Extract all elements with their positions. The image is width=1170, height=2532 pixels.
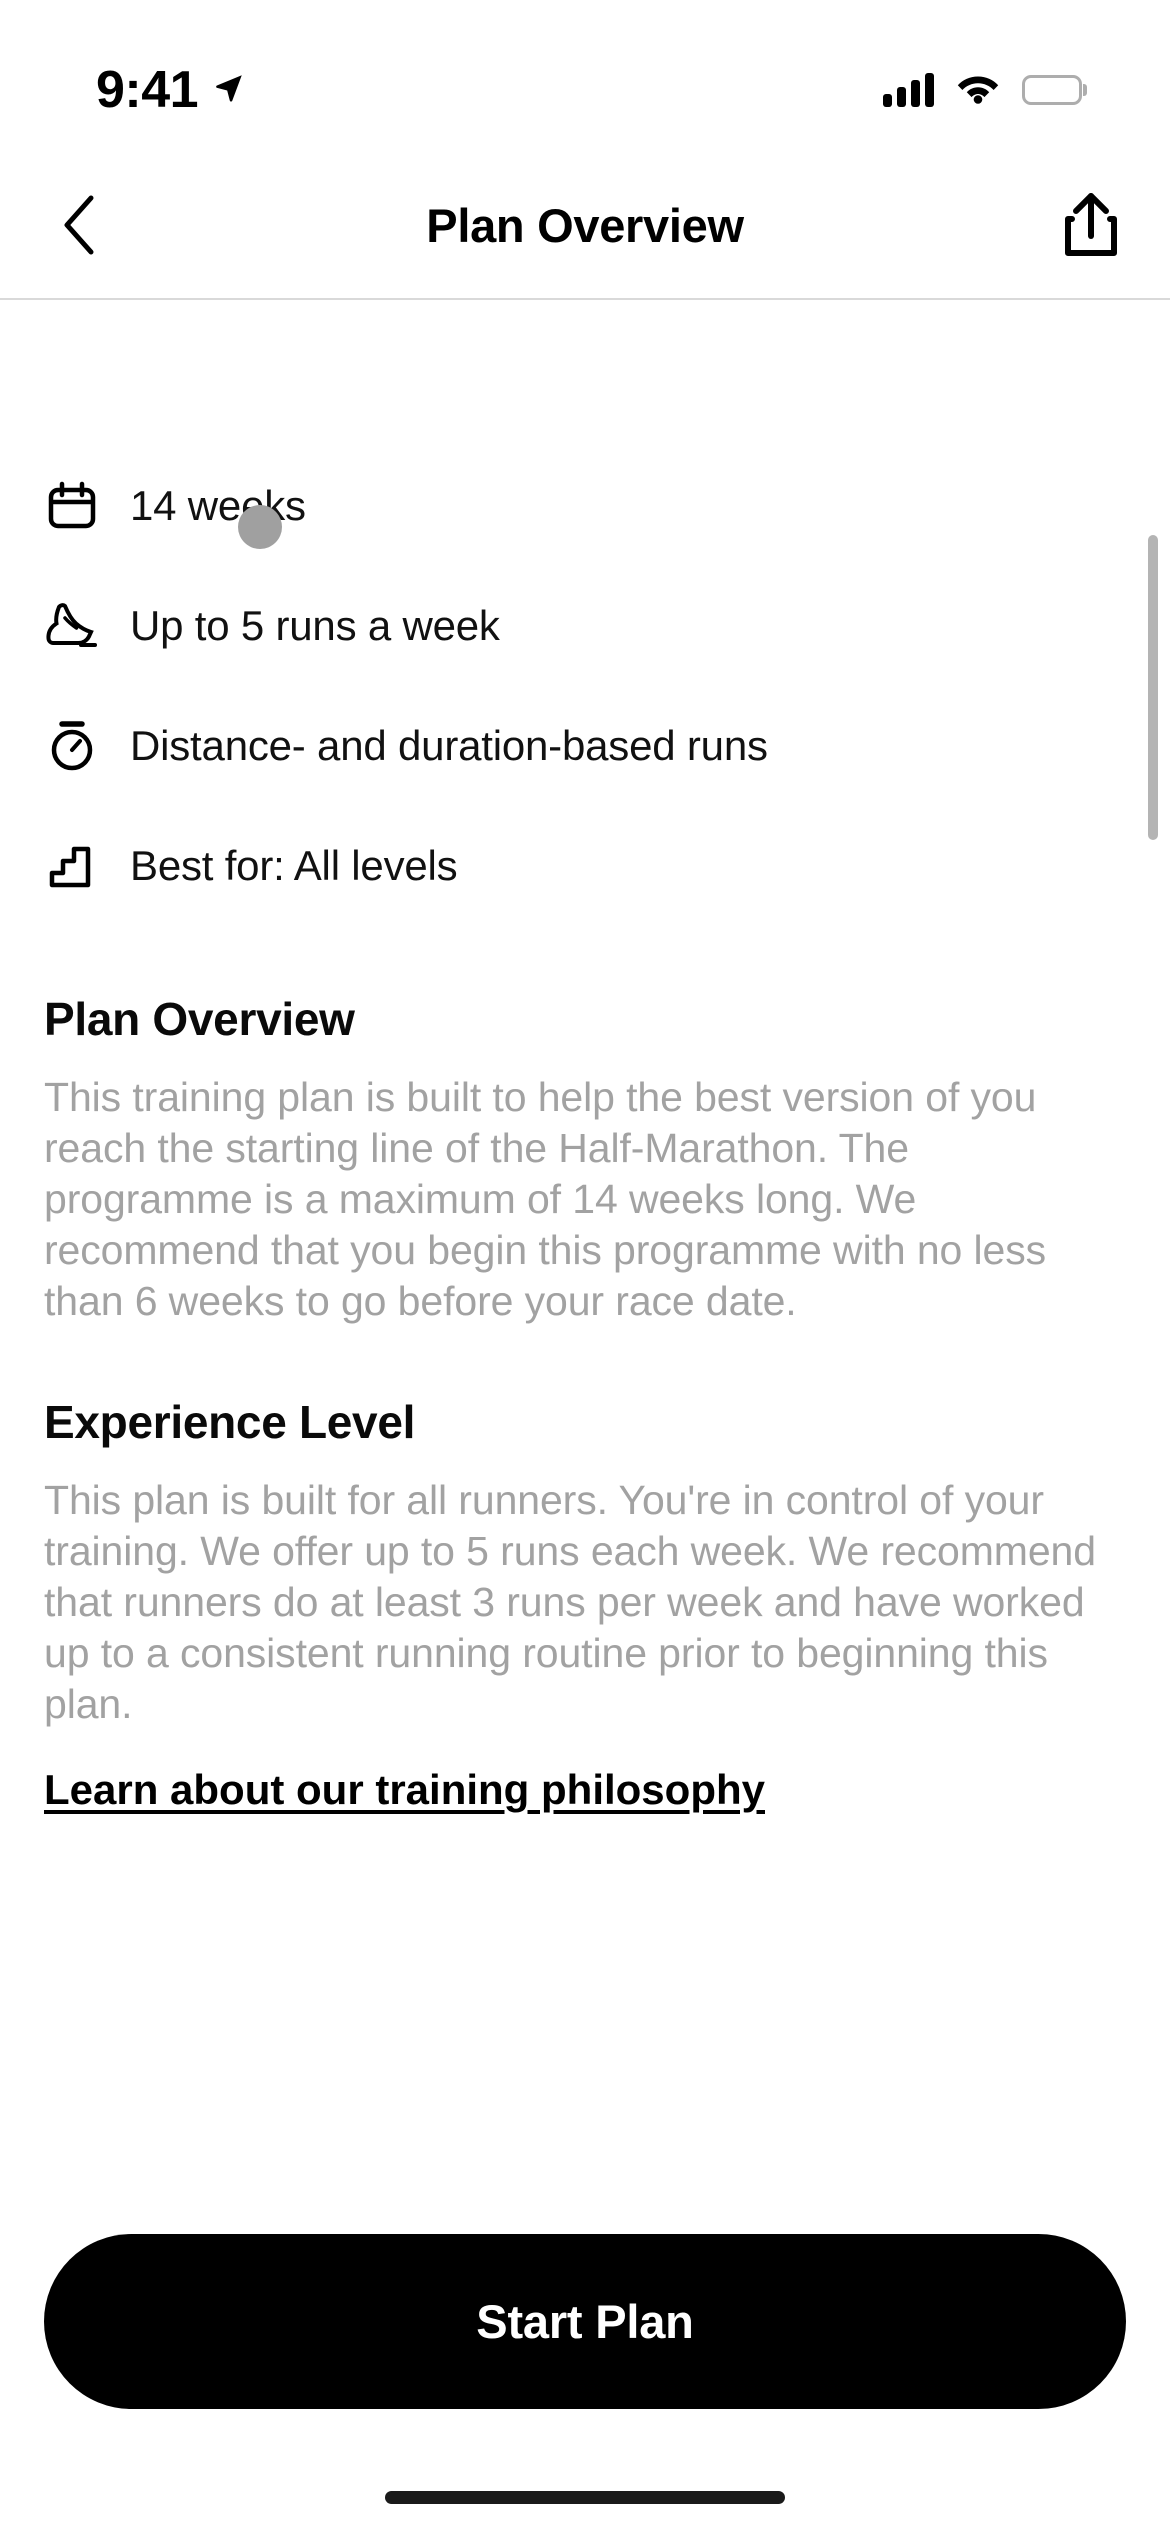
training-philosophy-link[interactable]: Learn about our training philosophy	[44, 1766, 765, 1814]
status-bar-left: 9:41	[96, 64, 246, 116]
section-heading: Plan Overview	[44, 993, 355, 1045]
back-button[interactable]	[44, 190, 114, 260]
status-bar-right	[883, 72, 1087, 109]
start-plan-button-label: Start Plan	[476, 2295, 694, 2348]
feature-row: Up to 5 runs a week	[44, 566, 1126, 686]
home-indicator	[385, 2491, 785, 2504]
status-bar-clock: 9:41	[96, 61, 199, 119]
start-plan-button[interactable]: Start Plan	[44, 2234, 1126, 2409]
section-body: This training plan is built to help the …	[44, 1074, 1047, 1325]
chevron-left-icon	[64, 195, 94, 255]
navigation-bar: Plan Overview	[0, 152, 1170, 300]
feature-label: Distance- and duration-based runs	[130, 721, 768, 769]
share-button[interactable]	[1056, 188, 1126, 262]
running-shoe-icon	[44, 598, 100, 654]
battery-full-icon	[1022, 75, 1087, 105]
feature-label: 14 weeks	[130, 481, 306, 529]
location-arrow-icon	[212, 71, 246, 110]
scrollable-content[interactable]: 14 weeks Up to 5 runs a week Distance- a…	[0, 302, 1170, 2532]
feature-row: 14 weeks	[44, 446, 1126, 566]
status-bar: 9:41	[0, 0, 1170, 152]
section-experience-level: Experience Level This plan is built for …	[44, 1395, 1126, 1730]
feature-row: Best for: All levels	[44, 806, 1126, 926]
phone-screen: 9:41 Plan Overview 14 weeks Up to 5 runs…	[0, 0, 1170, 2532]
feature-label: Best for: All levels	[130, 841, 458, 889]
feature-label: Up to 5 runs a week	[130, 601, 500, 649]
cellular-bars-icon	[883, 73, 934, 107]
stairs-icon	[44, 838, 100, 894]
plan-feature-list: 14 weeks Up to 5 runs a week Distance- a…	[44, 302, 1126, 926]
page-title: Plan Overview	[426, 198, 744, 252]
calendar-icon	[44, 478, 100, 534]
stopwatch-icon	[44, 718, 100, 774]
section-plan-overview: Plan Overview This training plan is buil…	[44, 992, 1126, 1327]
feature-row: Distance- and duration-based runs	[44, 686, 1126, 806]
section-heading: Experience Level	[44, 1396, 416, 1449]
share-icon	[1065, 193, 1117, 256]
section-body: This plan is built for all runners. You'…	[44, 1477, 1096, 1728]
wifi-icon	[956, 72, 1000, 109]
